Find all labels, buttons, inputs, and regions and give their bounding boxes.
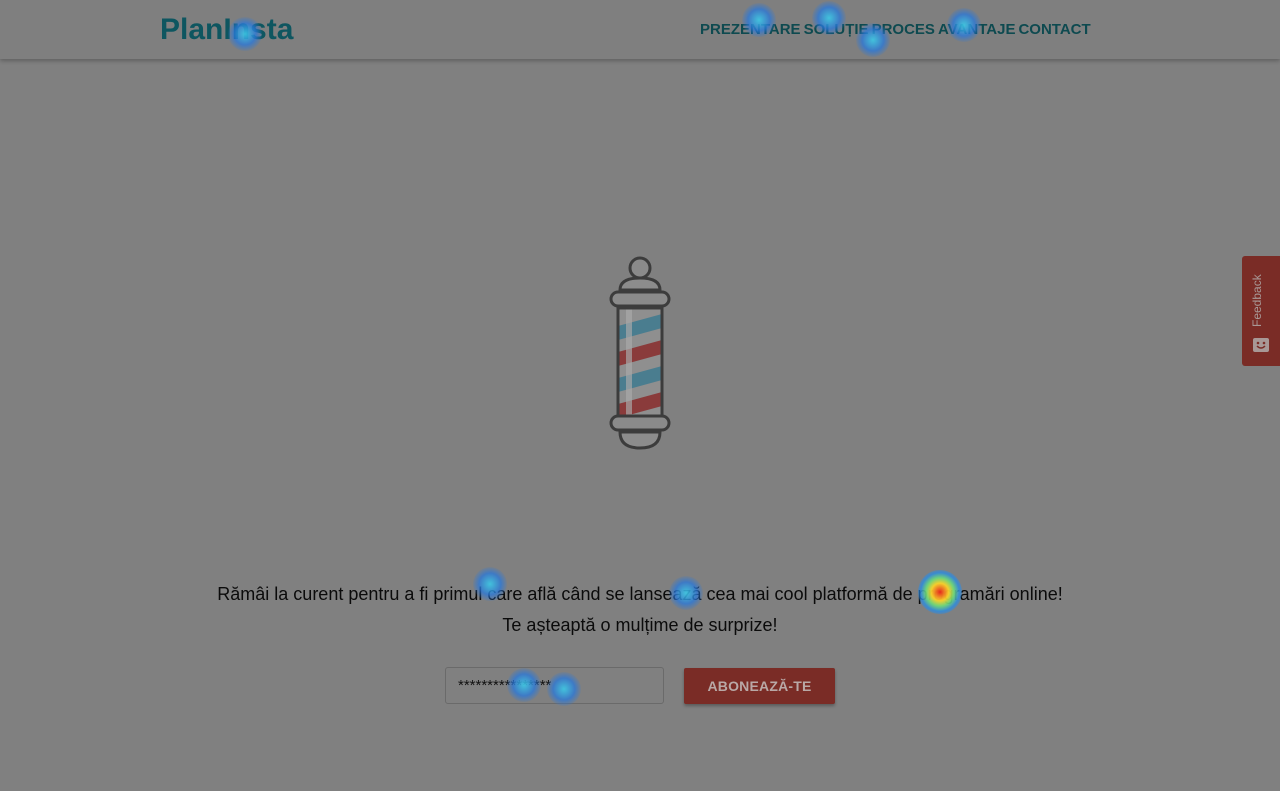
logo[interactable]: PlanInsta: [160, 12, 293, 48]
nav-link-contact[interactable]: CONTACT: [1018, 21, 1090, 39]
smile-icon: [1253, 338, 1269, 352]
barber-pole-icon: [609, 256, 671, 450]
nav-link-proces[interactable]: PROCES: [872, 21, 935, 39]
surprise-message: Te așteaptă o mulțime de surprize!: [502, 615, 778, 635]
feedback-label: Feedback: [1250, 274, 1264, 328]
main-nav: PREZENTARE SOLUȚIE PROCES AVANTAJE CONTA…: [700, 21, 1091, 39]
nav-link-avantaje[interactable]: AVANTAJE: [938, 21, 1016, 39]
subscribe-button[interactable]: ABONEAZĂ-TE: [684, 668, 835, 704]
email-field[interactable]: [445, 667, 664, 704]
top-navigation-bar: PlanInsta PREZENTARE SOLUȚIE PROCES AVAN…: [0, 0, 1280, 59]
nav-link-solutie[interactable]: SOLUȚIE: [804, 21, 869, 39]
launch-message: Rămâi la curent pentru a fi primul care …: [217, 584, 1063, 604]
nav-link-prezentare[interactable]: PREZENTARE: [700, 21, 801, 39]
feedback-tab[interactable]: Feedback: [1242, 256, 1280, 366]
